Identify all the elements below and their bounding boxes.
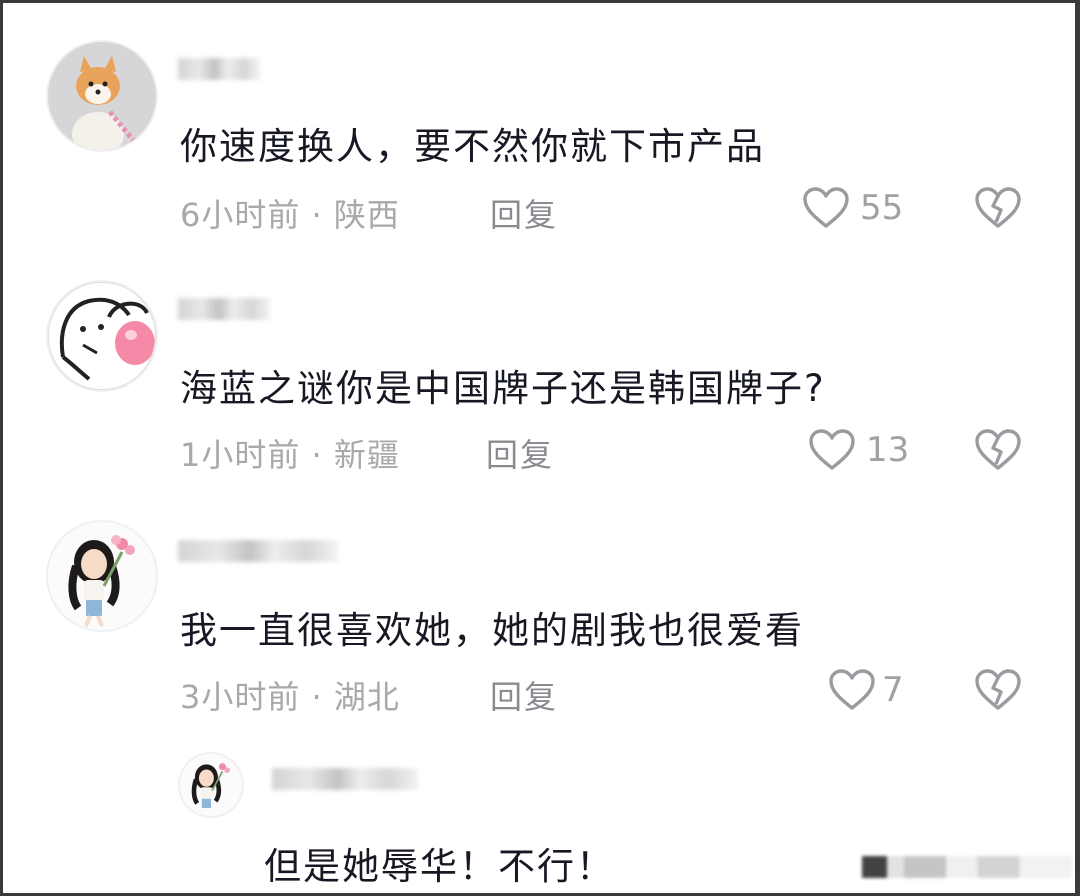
username[interactable] xyxy=(178,298,270,320)
username[interactable] xyxy=(178,58,260,80)
shiba-dog-avatar-icon xyxy=(48,42,156,150)
comment-meta: 3小时前 · 湖北 xyxy=(180,672,400,718)
username[interactable] xyxy=(178,540,338,562)
user-avatar[interactable] xyxy=(180,754,242,816)
username[interactable] xyxy=(272,768,418,790)
comment-text: 我一直很喜欢她，她的剧我也很爱看 xyxy=(180,609,804,652)
like-count: 55 xyxy=(860,188,904,228)
user-avatar[interactable] xyxy=(48,42,156,150)
comment-meta: 6小时前 · 陕西 xyxy=(180,190,400,236)
cartoon-face-avatar-icon xyxy=(49,283,155,389)
comment-meta: 1小时前 · 新疆 xyxy=(180,430,400,476)
heart-outline-icon[interactable] xyxy=(808,428,856,476)
comment-text: 海蓝之谜你是中国牌子还是韩国牌子? xyxy=(180,367,826,410)
comment-time: 3小时前 xyxy=(180,678,301,716)
user-avatar[interactable] xyxy=(48,522,156,630)
reply-button[interactable]: 回复 xyxy=(490,190,558,236)
girl-with-flowers-avatar-icon xyxy=(180,754,242,816)
comment-time: 1小时前 xyxy=(180,436,301,474)
meta-dot: · xyxy=(311,436,334,474)
like-count: 7 xyxy=(882,670,904,710)
comment-text: 你速度换人，要不然你就下市产品 xyxy=(180,125,765,168)
broken-heart-icon[interactable] xyxy=(974,186,1022,234)
broken-heart-icon[interactable] xyxy=(974,668,1022,716)
comment-location: 新疆 xyxy=(333,436,400,474)
comment-location: 陕西 xyxy=(333,196,400,234)
comment-location: 湖北 xyxy=(333,678,400,716)
like-count: 13 xyxy=(866,430,910,470)
heart-outline-icon[interactable] xyxy=(802,186,850,234)
watermark xyxy=(862,856,1072,878)
meta-dot: · xyxy=(311,678,334,716)
comment-text: 但是她辱华！不行！ xyxy=(264,845,615,888)
user-avatar[interactable] xyxy=(48,282,156,390)
reply-button[interactable]: 回复 xyxy=(486,430,554,476)
meta-dot: · xyxy=(311,196,334,234)
heart-outline-icon[interactable] xyxy=(828,668,876,716)
reply-button[interactable]: 回复 xyxy=(490,672,558,718)
broken-heart-icon[interactable] xyxy=(974,428,1022,476)
comment-time: 6小时前 xyxy=(180,196,301,234)
girl-with-flowers-avatar-icon xyxy=(48,522,156,630)
